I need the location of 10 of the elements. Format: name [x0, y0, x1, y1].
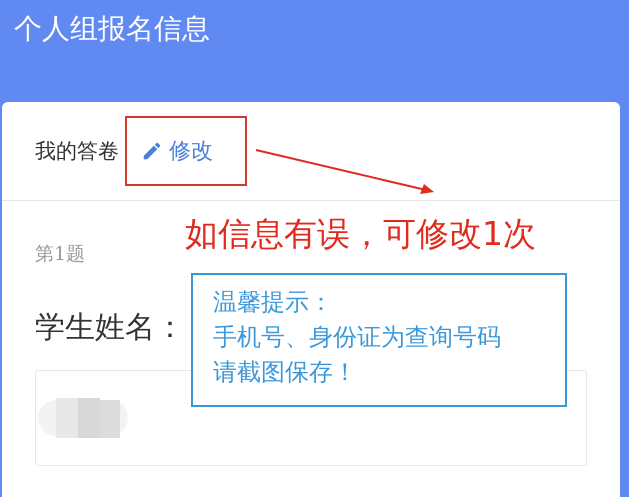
annotation-note: 如信息有误，可修改1次 — [185, 213, 536, 255]
section-label: 我的答卷 — [35, 138, 119, 165]
question-number: 第1题 — [35, 242, 86, 267]
tip-line: 手机号、身份证为查询号码 — [213, 322, 501, 353]
tip-line: 请截图保存！ — [213, 357, 357, 388]
edit-link[interactable]: 修改 — [141, 136, 213, 166]
pencil-icon — [141, 140, 163, 162]
question-label: 学生姓名： — [35, 309, 185, 347]
tip-line: 温馨提示： — [213, 287, 333, 318]
page-title: 个人组报名信息 — [14, 12, 210, 45]
